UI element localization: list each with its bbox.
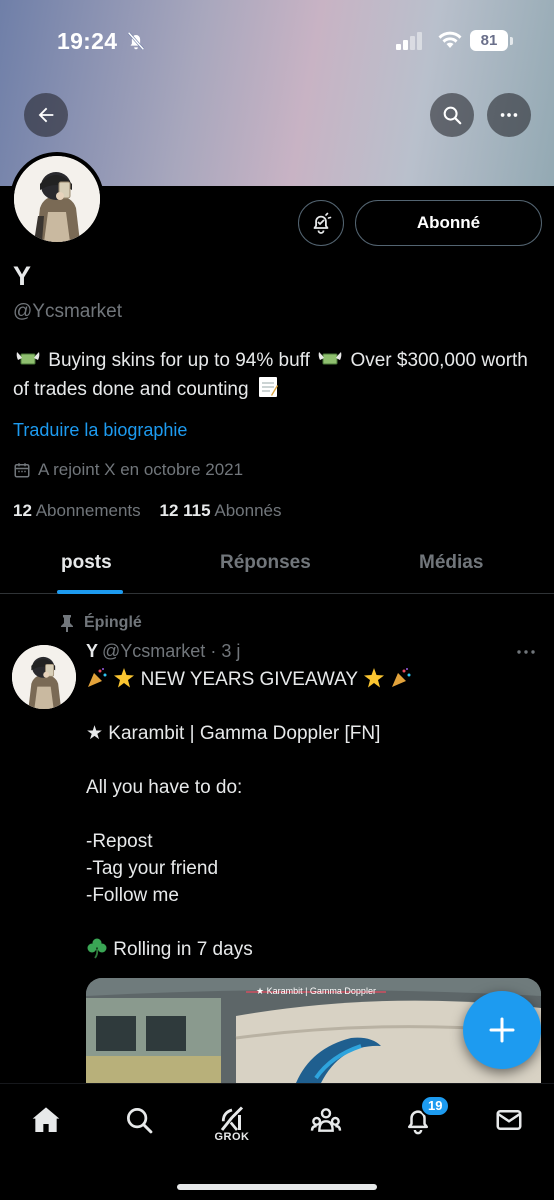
followers-label: Abonnés xyxy=(214,501,282,520)
post-body: NEW YEARS GIVEAWAY ★ Karambit | Gamma Do… xyxy=(86,666,536,963)
back-arrow-icon xyxy=(38,107,54,123)
nav-search[interactable] xyxy=(119,1100,159,1140)
post-rolling-line: Rolling in 7 days xyxy=(86,936,536,963)
following-label: Abonnements xyxy=(35,501,141,520)
media-caption: ★ Karambit | Gamma Doppler xyxy=(256,986,376,996)
avatar[interactable] xyxy=(10,152,104,246)
tab-media[interactable]: Médias xyxy=(419,552,483,574)
status-time: 19:24 xyxy=(57,28,118,54)
party-popper-icon xyxy=(88,668,107,687)
post-title-line: NEW YEARS GIVEAWAY xyxy=(86,666,536,693)
profile-handle: @Ycsmarket xyxy=(13,301,123,322)
compose-button[interactable] xyxy=(463,991,541,1069)
post-avatar-image xyxy=(12,645,76,709)
post-step-1: -Repost xyxy=(86,831,153,852)
back-button[interactable] xyxy=(24,93,68,137)
pin-icon xyxy=(61,615,73,632)
notification-badge: 19 xyxy=(420,1095,451,1117)
notification-bell-icon xyxy=(313,212,332,234)
wifi-icon xyxy=(438,31,462,48)
post-author-handle[interactable]: @Ycsmarket xyxy=(102,641,205,661)
glowing-star-icon xyxy=(364,668,384,688)
bio-text-1: Buying skins for up to 94% buff xyxy=(48,350,310,371)
post-avatar[interactable] xyxy=(12,645,76,709)
post-time: · 3 j xyxy=(210,641,241,661)
follow-counts: 12 Abonnements 12 115 Abonnés xyxy=(13,501,282,521)
post-author-name[interactable]: Y xyxy=(86,641,98,661)
more-button[interactable] xyxy=(487,93,531,137)
calendar-icon xyxy=(14,463,30,478)
mail-icon xyxy=(496,1110,522,1130)
post-header: Y @Ycsmarket · 3 j xyxy=(86,641,240,662)
search-button[interactable] xyxy=(430,93,474,137)
grok-label: GROK xyxy=(214,1131,250,1143)
follow-button[interactable]: Abonné xyxy=(355,200,542,246)
post-rolling: Rolling in 7 days xyxy=(113,939,253,960)
bottom-nav: GROK 19 xyxy=(0,1083,554,1200)
post-more-icon[interactable] xyxy=(515,642,537,662)
tab-posts[interactable]: posts xyxy=(61,552,112,574)
profile-name: Y xyxy=(13,261,32,291)
tab-active-indicator xyxy=(57,590,123,594)
signal-icon xyxy=(396,32,422,50)
post-title: NEW YEARS GIVEAWAY xyxy=(140,669,358,690)
following-count: 12 xyxy=(13,501,32,520)
profile-tabs: posts Réponses Médias xyxy=(0,538,554,594)
money-wings-icon xyxy=(318,352,342,365)
followers-link[interactable]: 12 115 Abonnés xyxy=(160,501,282,520)
home-icon xyxy=(32,1107,60,1132)
tab-replies[interactable]: Réponses xyxy=(220,552,311,574)
search-icon xyxy=(127,1108,153,1134)
bell-off-icon xyxy=(127,31,145,51)
more-icon xyxy=(500,113,518,117)
shamrock-icon xyxy=(87,938,107,959)
post-step-2: -Tag your friend xyxy=(86,858,219,879)
translate-bio-link[interactable]: Traduire la biographie xyxy=(13,420,187,441)
profile-bio: Buying skins for up to 94% buff Over $30… xyxy=(13,346,543,404)
nav-messages[interactable] xyxy=(489,1100,529,1140)
communities-icon xyxy=(310,1108,342,1132)
money-wings-icon xyxy=(16,352,40,365)
party-popper-icon xyxy=(392,668,411,687)
avatar-image xyxy=(14,156,100,242)
joined-date: A rejoint X en octobre 2021 xyxy=(13,460,243,480)
battery-icon: 81 xyxy=(470,30,508,51)
post-instructions: All you have to do: xyxy=(86,777,243,798)
following-link[interactable]: 12 Abonnements xyxy=(13,501,141,520)
post-item: ★ Karambit | Gamma Doppler [FN] xyxy=(86,723,381,744)
pinned-label: Épinglé xyxy=(60,614,142,632)
memo-icon xyxy=(258,377,278,397)
pinned-text: Épinglé xyxy=(84,614,142,631)
notification-bell-button[interactable] xyxy=(298,200,344,246)
home-indicator xyxy=(177,1184,377,1190)
post-step-3: -Follow me xyxy=(86,885,179,906)
joined-text: A rejoint X en octobre 2021 xyxy=(38,460,244,479)
search-icon xyxy=(443,106,462,125)
status-bar: 19:24 81 xyxy=(0,0,554,90)
plus-icon xyxy=(489,1017,515,1043)
battery-tip xyxy=(510,37,513,45)
nav-home[interactable] xyxy=(26,1100,66,1140)
nav-communities[interactable] xyxy=(306,1100,346,1140)
followers-count: 12 115 xyxy=(159,501,211,520)
glowing-star-icon xyxy=(114,668,135,688)
